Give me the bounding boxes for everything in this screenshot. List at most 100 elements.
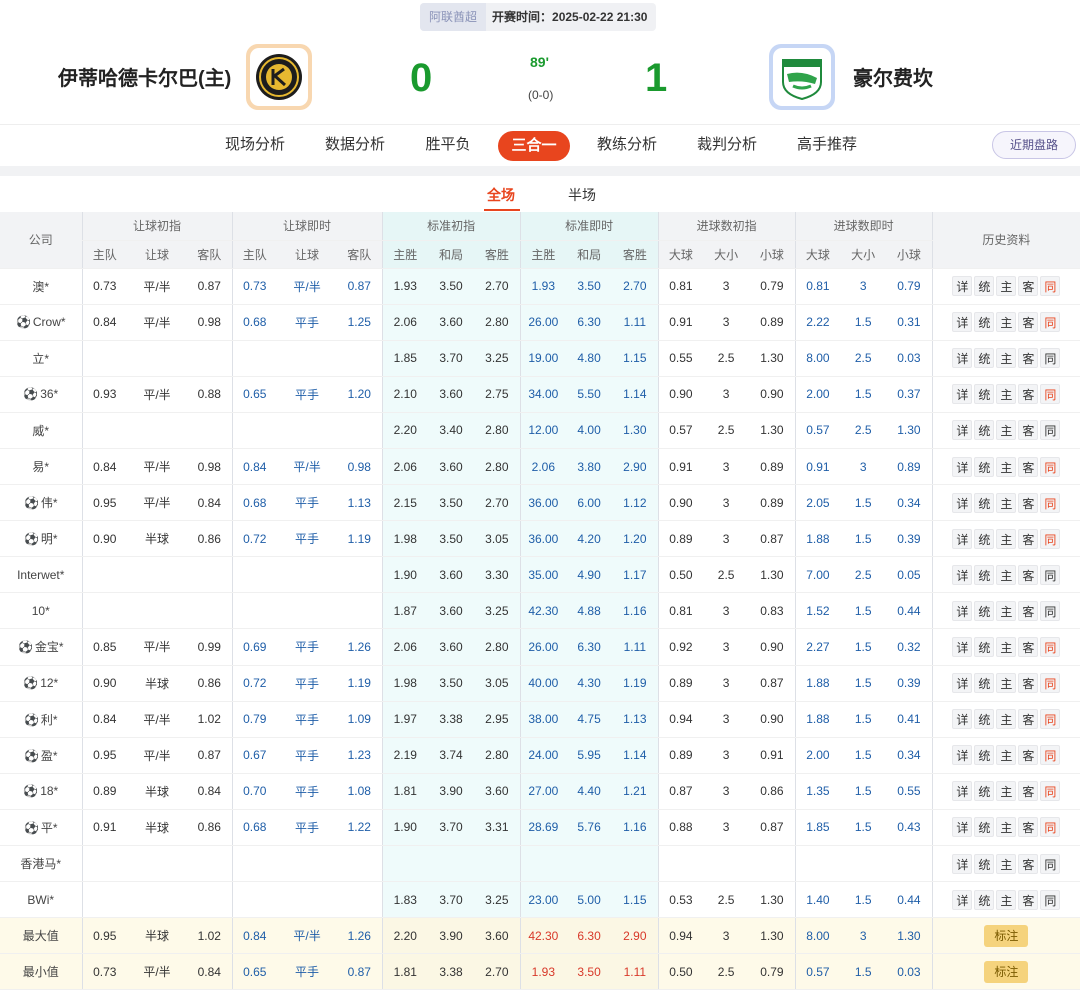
stats-button[interactable]: 统 (974, 709, 995, 730)
same-odds-button[interactable]: 同 (1040, 420, 1061, 441)
away-history-button[interactable]: 客 (1018, 348, 1039, 369)
home-history-button[interactable]: 主 (996, 673, 1017, 694)
same-odds-button[interactable]: 同 (1040, 673, 1061, 694)
stats-button[interactable]: 统 (974, 781, 995, 802)
detail-button[interactable]: 详 (952, 889, 973, 910)
detail-button[interactable]: 详 (952, 709, 973, 730)
away-history-button[interactable]: 客 (1018, 276, 1039, 297)
same-odds-button[interactable]: 同 (1040, 781, 1061, 802)
detail-button[interactable]: 详 (952, 528, 973, 549)
away-history-button[interactable]: 客 (1018, 492, 1039, 513)
tab-win-draw-lose[interactable]: 胜平负 (422, 125, 474, 165)
detail-button[interactable]: 详 (952, 564, 973, 585)
same-odds-button[interactable]: 同 (1040, 889, 1061, 910)
same-odds-button[interactable]: 同 (1040, 600, 1061, 621)
detail-button[interactable]: 详 (952, 817, 973, 838)
same-odds-button[interactable]: 同 (1040, 745, 1061, 766)
home-history-button[interactable]: 主 (996, 420, 1017, 441)
away-team-name[interactable]: 豪尔费坎 (853, 62, 933, 91)
home-history-button[interactable]: 主 (996, 312, 1017, 333)
detail-button[interactable]: 详 (952, 456, 973, 477)
away-history-button[interactable]: 客 (1018, 709, 1039, 730)
company-cell[interactable]: ⚽ 12* (0, 665, 82, 702)
home-history-button[interactable]: 主 (996, 276, 1017, 297)
home-history-button[interactable]: 主 (996, 456, 1017, 477)
company-cell[interactable]: ⚽ 平* (0, 809, 82, 847)
detail-button[interactable]: 详 (952, 312, 973, 333)
stats-button[interactable]: 统 (974, 673, 995, 694)
company-cell[interactable]: BWi* (0, 881, 82, 919)
detail-button[interactable]: 详 (952, 781, 973, 802)
stats-button[interactable]: 统 (974, 564, 995, 585)
home-team-name[interactable]: 伊蒂哈德卡尔巴(主) (58, 62, 231, 91)
away-history-button[interactable]: 客 (1018, 528, 1039, 549)
company-cell[interactable]: 10* (0, 592, 82, 630)
away-history-button[interactable]: 客 (1018, 889, 1039, 910)
recent-handicap-button[interactable]: 近期盘路 (992, 131, 1076, 159)
stats-button[interactable]: 统 (974, 528, 995, 549)
stats-button[interactable]: 统 (974, 745, 995, 766)
company-cell[interactable]: ⚽ 伟* (0, 484, 82, 522)
home-history-button[interactable]: 主 (996, 564, 1017, 585)
away-history-button[interactable]: 客 (1018, 420, 1039, 441)
stats-button[interactable]: 统 (974, 312, 995, 333)
home-team-logo[interactable] (246, 44, 312, 110)
tab-live-analysis[interactable]: 现场分析 (222, 125, 288, 165)
tab-coach-analysis[interactable]: 教练分析 (594, 125, 660, 165)
home-history-button[interactable]: 主 (996, 528, 1017, 549)
tab-data-analysis[interactable]: 数据分析 (322, 125, 388, 165)
detail-button[interactable]: 详 (952, 492, 973, 513)
home-history-button[interactable]: 主 (996, 600, 1017, 621)
stats-button[interactable]: 统 (974, 276, 995, 297)
home-history-button[interactable]: 主 (996, 781, 1017, 802)
home-history-button[interactable]: 主 (996, 636, 1017, 657)
home-history-button[interactable]: 主 (996, 889, 1017, 910)
stats-button[interactable]: 统 (974, 889, 995, 910)
tab-referee-analysis[interactable]: 裁判分析 (694, 125, 760, 165)
stats-button[interactable]: 统 (974, 853, 995, 874)
away-history-button[interactable]: 客 (1018, 564, 1039, 585)
company-cell[interactable]: 易* (0, 448, 82, 486)
detail-button[interactable]: 详 (952, 276, 973, 297)
away-team-logo[interactable] (769, 44, 835, 110)
tab-expert-picks[interactable]: 高手推荐 (794, 125, 860, 165)
company-cell[interactable]: 威* (0, 412, 82, 449)
detail-button[interactable]: 详 (952, 600, 973, 621)
away-history-button[interactable]: 客 (1018, 384, 1039, 405)
away-history-button[interactable]: 客 (1018, 456, 1039, 477)
away-history-button[interactable]: 客 (1018, 781, 1039, 802)
company-cell[interactable]: 香港马* (0, 845, 82, 883)
company-cell[interactable]: ⚽ 18* (0, 773, 82, 810)
same-odds-button[interactable]: 同 (1040, 817, 1061, 838)
company-cell[interactable]: 立* (0, 340, 82, 377)
same-odds-button[interactable]: 同 (1040, 636, 1061, 657)
same-odds-button[interactable]: 同 (1040, 456, 1061, 477)
company-cell[interactable]: ⚽ 利* (0, 701, 82, 738)
same-odds-button[interactable]: 同 (1040, 853, 1061, 874)
company-cell[interactable]: ⚽ 金宝* (0, 628, 82, 666)
tab-full-time[interactable]: 全场 (487, 185, 515, 205)
same-odds-button[interactable]: 同 (1040, 276, 1061, 297)
detail-button[interactable]: 详 (952, 853, 973, 874)
home-history-button[interactable]: 主 (996, 745, 1017, 766)
same-odds-button[interactable]: 同 (1040, 492, 1061, 513)
stats-button[interactable]: 统 (974, 420, 995, 441)
stats-button[interactable]: 统 (974, 384, 995, 405)
home-history-button[interactable]: 主 (996, 817, 1017, 838)
tab-three-in-one[interactable]: 三合一 (498, 131, 570, 161)
mark-button[interactable]: 标注 (984, 960, 1029, 983)
stats-button[interactable]: 统 (974, 600, 995, 621)
same-odds-button[interactable]: 同 (1040, 312, 1061, 333)
company-cell[interactable]: ⚽ 36* (0, 376, 82, 413)
detail-button[interactable]: 详 (952, 348, 973, 369)
same-odds-button[interactable]: 同 (1040, 348, 1061, 369)
tab-half-time[interactable]: 半场 (568, 185, 596, 205)
away-history-button[interactable]: 客 (1018, 636, 1039, 657)
away-history-button[interactable]: 客 (1018, 745, 1039, 766)
mark-button[interactable]: 标注 (984, 924, 1029, 947)
detail-button[interactable]: 详 (952, 673, 973, 694)
away-history-button[interactable]: 客 (1018, 600, 1039, 621)
detail-button[interactable]: 详 (952, 384, 973, 405)
company-cell[interactable]: ⚽ 明* (0, 520, 82, 558)
away-history-button[interactable]: 客 (1018, 673, 1039, 694)
